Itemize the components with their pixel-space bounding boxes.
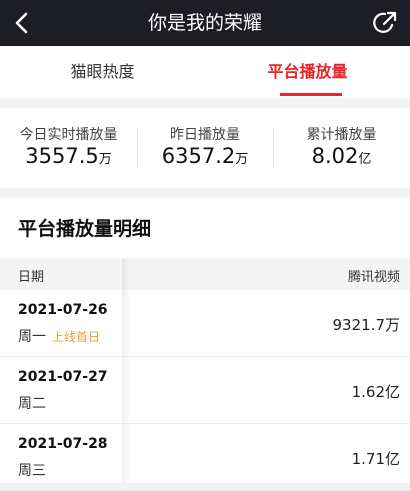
stat-total-value: 8.02亿 — [273, 144, 410, 168]
stat-total: 累计播放量 8.02亿 — [273, 108, 410, 188]
tab-platform-views[interactable]: 平台播放量 — [205, 46, 410, 98]
row-weekday-text: 周一 — [18, 329, 46, 345]
row-weekday-text: 周三 — [18, 463, 46, 479]
stat-today: 今日实时播放量 3557.5万 — [0, 108, 137, 188]
tab-bar: 猫眼热度 平台播放量 — [0, 46, 410, 98]
share-button[interactable] — [370, 8, 400, 38]
stat-yesterday-number: 6357.2 — [161, 144, 236, 168]
row-date: 2021-07-26 — [18, 302, 108, 318]
stat-today-value: 3557.5万 — [0, 144, 137, 168]
stats-summary: 今日实时播放量 3557.5万 昨日播放量 6357.2万 累计播放量 8.02… — [0, 108, 410, 188]
premiere-tag: 上线首日 — [52, 330, 101, 344]
stat-yesterday: 昨日播放量 6357.2万 — [137, 108, 273, 188]
detail-section: 平台播放量明细 日期 腾讯视频 2021-07-26 周一 上线首日 9321.7… — [0, 198, 410, 491]
stat-total-unit: 亿 — [358, 152, 372, 167]
column-header-source: 腾讯视频 — [347, 270, 400, 285]
row-weekday-text: 周二 — [18, 396, 46, 412]
row-date: 2021-07-28 — [18, 436, 108, 452]
table-header: 日期 腾讯视频 — [0, 258, 410, 290]
row-value: 1.71亿 — [351, 450, 400, 468]
title-bar: 你是我的荣耀 — [0, 0, 410, 46]
stat-total-label: 累计播放量 — [306, 127, 377, 143]
table-row[interactable]: 2021-07-28 周三 1.71亿 — [0, 424, 410, 491]
stat-today-unit: 万 — [98, 152, 112, 167]
section-title: 平台播放量明细 — [18, 218, 152, 240]
share-icon — [373, 11, 397, 33]
row-date: 2021-07-27 — [18, 369, 108, 385]
row-value: 1.62亿 — [351, 383, 400, 401]
stat-today-number: 3557.5 — [25, 144, 99, 168]
table-row[interactable]: 2021-07-27 周二 1.62亿 — [0, 357, 410, 424]
row-value: 9321.7万 — [332, 316, 401, 334]
stat-today-label: 今日实时播放量 — [19, 127, 118, 143]
row-weekday: 周二 — [18, 393, 46, 413]
stat-yesterday-value: 6357.2万 — [137, 144, 273, 168]
tab-maoyan-heat[interactable]: 猫眼热度 — [0, 46, 205, 98]
frozen-column-shadow — [122, 258, 130, 483]
back-chevron-icon — [15, 12, 28, 34]
column-header-date: 日期 — [18, 270, 45, 285]
row-weekday: 周一 上线首日 — [18, 326, 100, 346]
stat-yesterday-label: 昨日播放量 — [170, 127, 240, 143]
stat-yesterday-unit: 万 — [235, 152, 249, 167]
row-weekday: 周三 — [18, 460, 46, 480]
page-title: 你是我的荣耀 — [147, 12, 262, 34]
table-row[interactable]: 2021-07-26 周一 上线首日 9321.7万 — [0, 290, 410, 357]
active-tab-indicator — [280, 93, 342, 96]
back-button[interactable] — [6, 6, 40, 40]
stat-total-number: 8.02 — [311, 144, 359, 168]
